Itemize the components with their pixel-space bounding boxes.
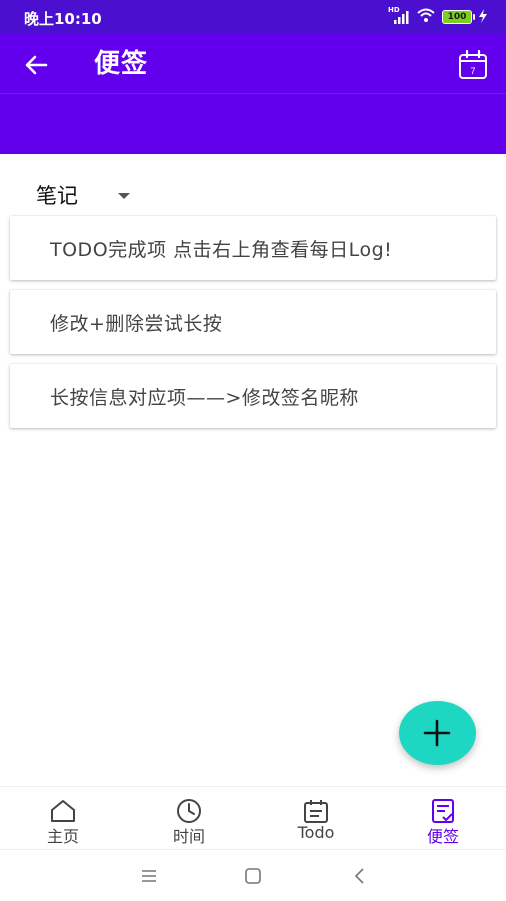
page-title: 便签 xyxy=(94,49,149,79)
bottom-navigation: 主页 时间 Todo 便签 xyxy=(0,786,506,850)
nav-item-time[interactable]: 时间 xyxy=(126,787,252,850)
nav-label-todo: Todo xyxy=(297,823,335,842)
arrow-left-icon xyxy=(25,55,48,75)
nav-label-notes: 便签 xyxy=(426,827,459,846)
nav-label-home: 主页 xyxy=(46,827,79,846)
category-dropdown[interactable]: 笔记 xyxy=(36,180,130,210)
status-time: 晚上10:10 xyxy=(24,10,102,28)
battery-icon: 100 xyxy=(442,10,475,24)
add-note-button[interactable] xyxy=(399,701,476,765)
calendar-icon: 7 xyxy=(459,49,487,79)
back-button[interactable] xyxy=(20,49,52,81)
note-card[interactable]: 长按信息对应项——>修改签名昵称 xyxy=(10,364,496,428)
note-card[interactable]: 修改+删除尝试长按 xyxy=(10,290,496,354)
home-system-button[interactable] xyxy=(243,866,265,886)
chevron-left-icon xyxy=(354,868,364,884)
plus-icon xyxy=(423,719,451,747)
note-text: 长按信息对应项——>修改签名昵称 xyxy=(50,386,359,409)
back-system-button[interactable] xyxy=(350,866,372,886)
note-card[interactable]: TODO完成项 点击右上角查看每日Log! xyxy=(10,216,496,280)
system-navigation-bar xyxy=(0,849,506,901)
note-list: TODO完成项 点击右上角查看每日Log! 修改+删除尝试长按 长按信息对应项—… xyxy=(10,216,496,438)
nav-item-home[interactable]: 主页 xyxy=(0,787,126,850)
nav-item-todo[interactable]: Todo xyxy=(253,787,379,850)
nav-label-time: 时间 xyxy=(172,827,205,846)
charging-icon xyxy=(478,8,488,27)
calendar-button[interactable]: 7 xyxy=(457,49,489,81)
note-text: 修改+删除尝试长按 xyxy=(50,312,223,335)
app-bar: 便签 7 xyxy=(0,33,506,154)
caret-down-icon xyxy=(118,193,130,199)
network-label: HD xyxy=(388,6,400,14)
status-bar: 晚上10:10 HD 100 xyxy=(0,0,506,33)
square-icon xyxy=(245,868,261,884)
appbar-divider xyxy=(0,93,506,94)
note-text: TODO完成项 点击右上角查看每日Log! xyxy=(50,238,393,261)
todo-calendar-icon xyxy=(304,800,328,823)
calendar-day: 7 xyxy=(470,66,475,76)
menu-icon xyxy=(142,870,156,882)
menu-button[interactable] xyxy=(139,866,161,886)
status-icons: HD 100 xyxy=(388,6,488,27)
nav-item-notes[interactable]: 便签 xyxy=(380,787,506,850)
wifi-icon xyxy=(416,7,436,27)
note-icon xyxy=(432,799,454,823)
clock-icon xyxy=(177,799,201,823)
category-label: 笔记 xyxy=(36,184,78,208)
home-icon xyxy=(51,800,75,822)
signal-icon: HD xyxy=(388,6,410,25)
